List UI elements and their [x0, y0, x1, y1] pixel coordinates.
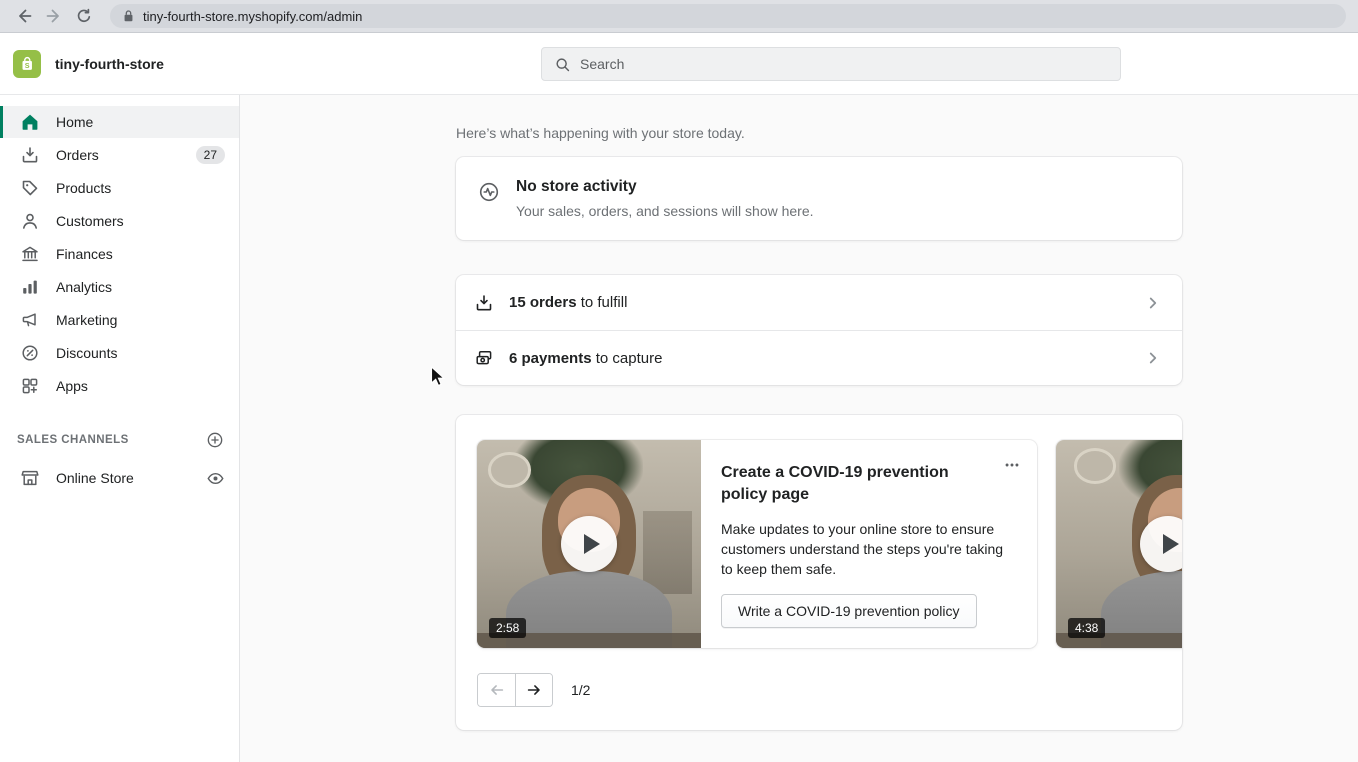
address-bar[interactable]: tiny-fourth-store.myshopify.com/admin [110, 4, 1346, 28]
browser-chrome: tiny-fourth-store.myshopify.com/admin [0, 0, 1358, 33]
products-tag-icon [20, 178, 40, 198]
finances-icon [20, 244, 40, 264]
sidebar-item-label: Products [56, 180, 111, 196]
video-duration-badge: 4:38 [1068, 618, 1105, 638]
video-duration-badge: 2:58 [489, 618, 526, 638]
sales-channels-heading: SALES CHANNELS [17, 434, 129, 446]
video-thumbnail-1[interactable]: 2:58 [477, 440, 701, 648]
app-header: S tiny-fourth-store [0, 33, 1358, 95]
overflow-menu-icon[interactable] [1003, 456, 1021, 474]
carousel-prev-button[interactable] [478, 674, 515, 706]
activity-pulse-icon [478, 181, 500, 203]
url-text: tiny-fourth-store.myshopify.com/admin [143, 9, 362, 24]
chevron-right-icon [1144, 349, 1162, 367]
sidebar-item-apps[interactable]: Apps [0, 370, 239, 402]
main-content: Here’s what’s happening with your store … [240, 95, 1358, 762]
global-search[interactable] [541, 47, 1121, 81]
orders-icon [474, 293, 494, 313]
search-input[interactable] [580, 56, 1108, 72]
sidebar-item-label: Analytics [56, 279, 112, 295]
sidebar-item-label: Apps [56, 378, 88, 394]
payments-to-capture-label: 6 payments to capture [509, 350, 662, 367]
store-activity-card: No store activity Your sales, orders, an… [456, 157, 1182, 240]
home-icon [20, 112, 40, 132]
sidebar-item-label: Home [56, 114, 93, 130]
activity-card-description: Your sales, orders, and sessions will sh… [516, 203, 814, 219]
add-sales-channel-button[interactable] [205, 430, 225, 450]
orders-icon [20, 145, 40, 165]
sidebar-item-label: Customers [56, 213, 124, 229]
browser-back-button[interactable] [12, 4, 36, 28]
discounts-icon [20, 343, 40, 363]
play-triangle-icon [1163, 534, 1179, 554]
shopify-logo[interactable]: S [13, 50, 41, 78]
store-name: tiny-fourth-store [55, 56, 164, 72]
sidebar-item-label: Marketing [56, 312, 117, 328]
sidebar-item-customers[interactable]: Customers [0, 205, 239, 237]
view-online-store-eye-button[interactable] [205, 468, 225, 488]
sidebar-item-analytics[interactable]: Analytics [0, 271, 239, 303]
carousel-next-button[interactable] [515, 674, 552, 706]
apps-grid-icon [20, 376, 40, 396]
sidebar-item-label: Finances [56, 246, 113, 262]
sales-channels-section: SALES CHANNELS [0, 430, 239, 450]
sidebar-item-marketing[interactable]: Marketing [0, 304, 239, 336]
write-covid-policy-button[interactable]: Write a COVID-19 prevention policy [721, 594, 977, 628]
analytics-icon [20, 277, 40, 297]
sidebar-item-discounts[interactable]: Discounts [0, 337, 239, 369]
guidance-videos-card: 2:58 Create a COVID-19 prevention policy… [456, 415, 1182, 730]
play-button[interactable] [561, 516, 617, 572]
payments-icon [474, 348, 494, 368]
sidebar-item-products[interactable]: Products [0, 172, 239, 204]
payments-to-capture-row[interactable]: 6 payments to capture [456, 330, 1182, 385]
browser-forward-button[interactable] [42, 4, 66, 28]
play-triangle-icon [584, 534, 600, 554]
search-icon [554, 56, 571, 73]
activity-card-title: No store activity [516, 178, 814, 196]
sidebar-item-label: Orders [56, 147, 99, 163]
sidebar-item-finances[interactable]: Finances [0, 238, 239, 270]
sidebar-nav: Home Orders 27 Products Customers [0, 95, 240, 762]
sidebar-item-label: Discounts [56, 345, 117, 361]
video-card-panel: Create a COVID-19 prevention policy page… [701, 440, 1037, 648]
lock-icon [122, 9, 135, 23]
store-status-subtitle: Here’s what’s happening with your store … [456, 125, 1182, 141]
online-store-icon [20, 468, 40, 488]
video-thumbnail-2[interactable]: 4:38 [1056, 440, 1182, 648]
covid-policy-media-card: 2:58 Create a COVID-19 prevention policy… [477, 440, 1037, 648]
sidebar-item-home[interactable]: Home [0, 106, 239, 138]
orders-to-fulfill-row[interactable]: 15 orders to fulfill [456, 275, 1182, 330]
chevron-right-icon [1144, 294, 1162, 312]
marketing-megaphone-icon [20, 310, 40, 330]
orders-to-fulfill-label: 15 orders to fulfill [509, 294, 627, 311]
video-card-title: Create a COVID-19 prevention policy page [721, 462, 971, 506]
customers-icon [20, 211, 40, 231]
sidebar-item-label: Online Store [56, 470, 134, 486]
sidebar-item-orders[interactable]: Orders 27 [0, 139, 239, 171]
sidebar-item-online-store[interactable]: Online Store [0, 462, 239, 494]
orders-count-badge: 27 [196, 146, 225, 164]
browser-reload-button[interactable] [72, 4, 96, 28]
tasks-card: 15 orders to fulfill 6 payments to captu… [456, 275, 1182, 385]
svg-text:S: S [25, 61, 30, 70]
video-card-description: Make updates to your online store to ens… [721, 519, 1013, 579]
carousel-pagination: 1/2 [477, 673, 1182, 707]
carousel-page-indicator: 1/2 [571, 682, 590, 698]
